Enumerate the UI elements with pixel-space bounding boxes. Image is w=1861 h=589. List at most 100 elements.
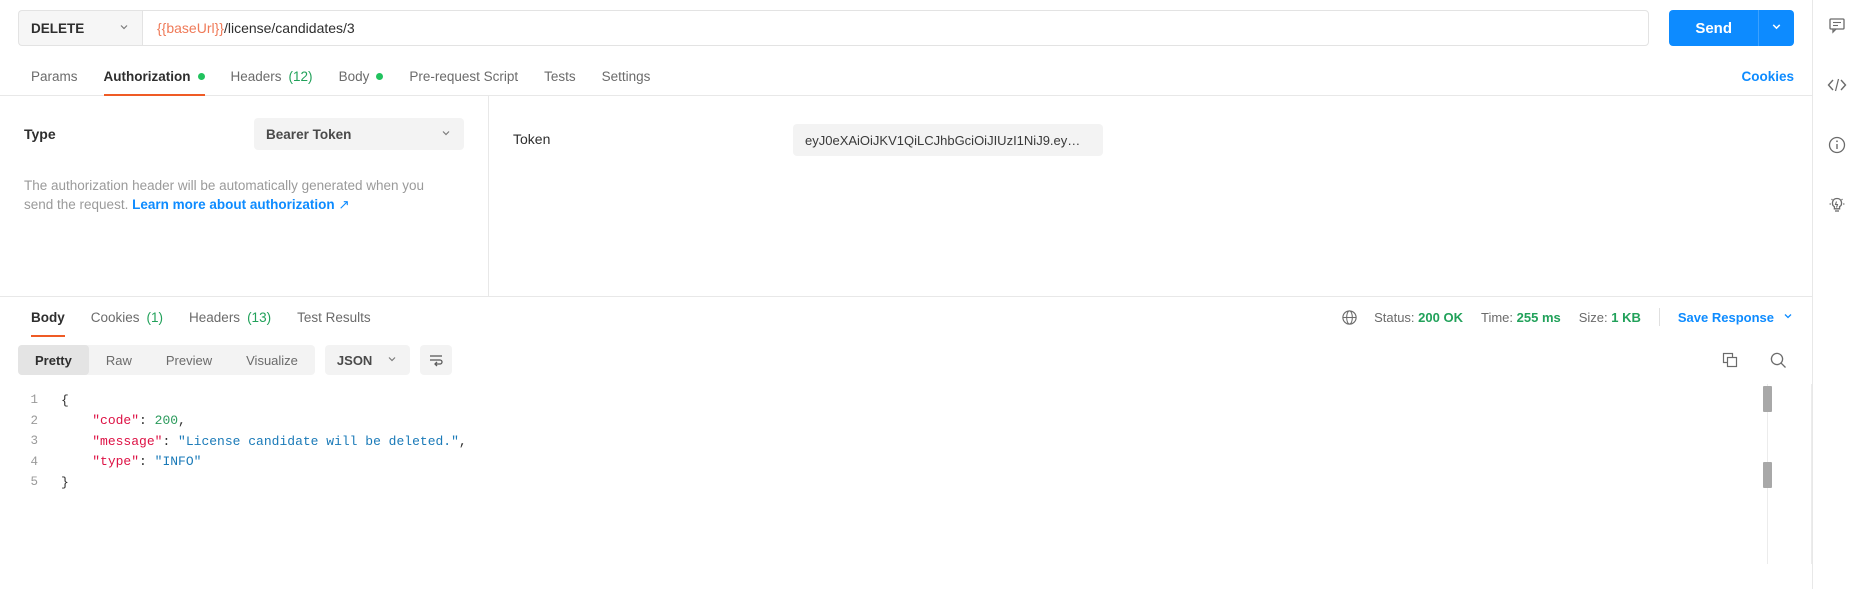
status-value: 200 OK: [1418, 309, 1463, 325]
code-text: "type": "INFO": [52, 454, 201, 469]
view-pretty[interactable]: Pretty: [18, 345, 89, 375]
status-meta: Status: 200 OK: [1374, 310, 1463, 325]
auth-type-pane: Type Bearer Token The authorization head…: [0, 96, 489, 296]
size-label: Size:: [1578, 309, 1608, 325]
code-text: "message": "License candidate will be de…: [52, 434, 467, 449]
code-text: {: [52, 393, 69, 408]
tab-settings[interactable]: Settings: [589, 69, 664, 95]
panel-edge: [1811, 384, 1812, 564]
authorization-panel: Type Bearer Token The authorization head…: [0, 96, 1812, 296]
cookies-link[interactable]: Cookies: [1741, 69, 1794, 84]
code-lines: 1 {2 "code": 200, 3 "message": "License ca…: [0, 390, 1812, 493]
chevron-down-icon: [440, 127, 452, 142]
status-dot-icon: [376, 73, 384, 80]
code-icon[interactable]: [1822, 70, 1852, 100]
tab-label: Authorization: [103, 69, 191, 84]
chevron-down-icon: [1782, 310, 1794, 325]
format-value: JSON: [336, 352, 373, 368]
url-path: /license/candidates/3: [223, 20, 355, 36]
code-token: :: [162, 433, 179, 449]
save-response-label: Save Response: [1677, 309, 1774, 325]
auth-type-row: Type Bearer Token: [24, 118, 464, 150]
response-tab-body[interactable]: Body: [18, 310, 78, 337]
response-body-code[interactable]: 1 {2 "code": 200, 3 "message": "License ca…: [0, 384, 1812, 564]
token-input[interactable]: eyJ0eXAiOiJKV1QiLCJhbGciOiJIUzI1NiJ9.ey…: [793, 124, 1103, 156]
tab-label: Test Results: [297, 310, 371, 325]
tab-label: Body: [31, 310, 65, 325]
request-url-bar: DELETE {{baseUrl}}/license/candidates/3 …: [0, 0, 1812, 56]
globe-icon[interactable]: [1341, 309, 1358, 326]
http-method-selector[interactable]: DELETE: [18, 10, 142, 46]
scrollbar-thumb-bottom[interactable]: [1763, 462, 1772, 488]
tab-label: Body: [338, 69, 370, 84]
tab-label: Headers: [230, 69, 282, 84]
code-line: 5}: [0, 472, 1812, 493]
url-variable: {{baseUrl}}: [157, 20, 224, 36]
response-tabs: Body Cookies (1) Headers (13) Test Resul…: [0, 296, 1812, 337]
code-line: 2 "code": 200,: [0, 411, 1812, 432]
response-tab-cookies[interactable]: Cookies (1): [78, 310, 176, 336]
response-tab-test-results[interactable]: Test Results: [284, 310, 384, 336]
body-tools: [1721, 351, 1788, 370]
auth-token-pane: Token eyJ0eXAiOiJKV1QiLCJhbGciOiJIUzI1Ni…: [489, 96, 1812, 296]
send-button[interactable]: Send: [1669, 10, 1758, 46]
time-value: 255 ms: [1516, 309, 1561, 325]
time-meta: Time: 255 ms: [1481, 310, 1561, 325]
main-area: DELETE {{baseUrl}}/license/candidates/3 …: [0, 0, 1812, 589]
view-raw[interactable]: Raw: [89, 345, 149, 375]
code-text: "code": 200,: [52, 413, 186, 428]
line-number: 4: [30, 454, 38, 469]
chevron-down-icon: [386, 353, 398, 368]
tab-params[interactable]: Params: [18, 69, 91, 95]
copy-icon[interactable]: [1721, 351, 1739, 369]
code-token: "code": [92, 413, 140, 429]
save-response-button[interactable]: Save Response: [1678, 310, 1794, 325]
tab-label: Pre-request Script: [409, 69, 519, 84]
line-number: 5: [30, 475, 38, 490]
word-wrap-icon[interactable]: [420, 345, 453, 375]
send-options-button[interactable]: [1758, 10, 1794, 46]
auth-type-select[interactable]: Bearer Token: [254, 118, 464, 150]
code-token: "License candidate will be deleted.": [178, 433, 459, 449]
search-icon[interactable]: [1769, 351, 1788, 370]
auth-type-label: Type: [24, 126, 56, 142]
tab-headers[interactable]: Headers (12): [218, 69, 326, 95]
scrollbar-thumb-top[interactable]: [1763, 386, 1772, 412]
info-icon[interactable]: [1822, 130, 1852, 160]
right-sidebar: [1812, 0, 1861, 589]
code-line: 3 "message": "License candidate will be …: [0, 431, 1812, 452]
view-preview[interactable]: Preview: [149, 345, 229, 375]
auth-learn-more-link[interactable]: Learn more about authorization: [132, 197, 335, 212]
tab-body[interactable]: Body: [326, 69, 397, 95]
external-link-icon: ↗: [334, 197, 350, 213]
http-method-label: DELETE: [31, 20, 85, 36]
auth-help-text: The authorization header will be automat…: [24, 176, 424, 214]
time-label: Time:: [1480, 309, 1514, 325]
size-meta: Size: 1 KB: [1579, 310, 1641, 325]
status-label: Status:: [1374, 309, 1415, 325]
postman-window: DELETE {{baseUrl}}/license/candidates/3 …: [0, 0, 1861, 589]
comment-icon[interactable]: [1822, 10, 1852, 40]
code-token: "type": [92, 454, 140, 470]
code-token: "INFO": [154, 454, 202, 470]
code-token: :: [139, 454, 155, 470]
format-selector[interactable]: JSON: [324, 345, 411, 375]
tab-authorization[interactable]: Authorization: [91, 69, 218, 96]
status-dot-icon: [197, 73, 205, 80]
tab-label: Tests: [544, 69, 576, 84]
tab-tests[interactable]: Tests: [531, 69, 589, 95]
code-text: }: [52, 475, 69, 490]
response-body-toolbar: Pretty Raw Preview Visualize JSON: [0, 336, 1812, 384]
code-token: ,: [178, 413, 186, 429]
code-token: }: [61, 474, 69, 490]
tab-pre-request-script[interactable]: Pre-request Script: [396, 69, 531, 95]
view-mode-group: Pretty Raw Preview Visualize: [18, 345, 315, 375]
line-number: 1: [30, 393, 38, 408]
view-visualize[interactable]: Visualize: [229, 345, 315, 375]
tab-count: (13): [247, 310, 272, 325]
tab-label: Headers: [189, 310, 241, 325]
response-tab-headers[interactable]: Headers (13): [176, 310, 284, 336]
url-input[interactable]: {{baseUrl}}/license/candidates/3: [142, 10, 1650, 46]
bulb-icon[interactable]: [1822, 190, 1852, 220]
